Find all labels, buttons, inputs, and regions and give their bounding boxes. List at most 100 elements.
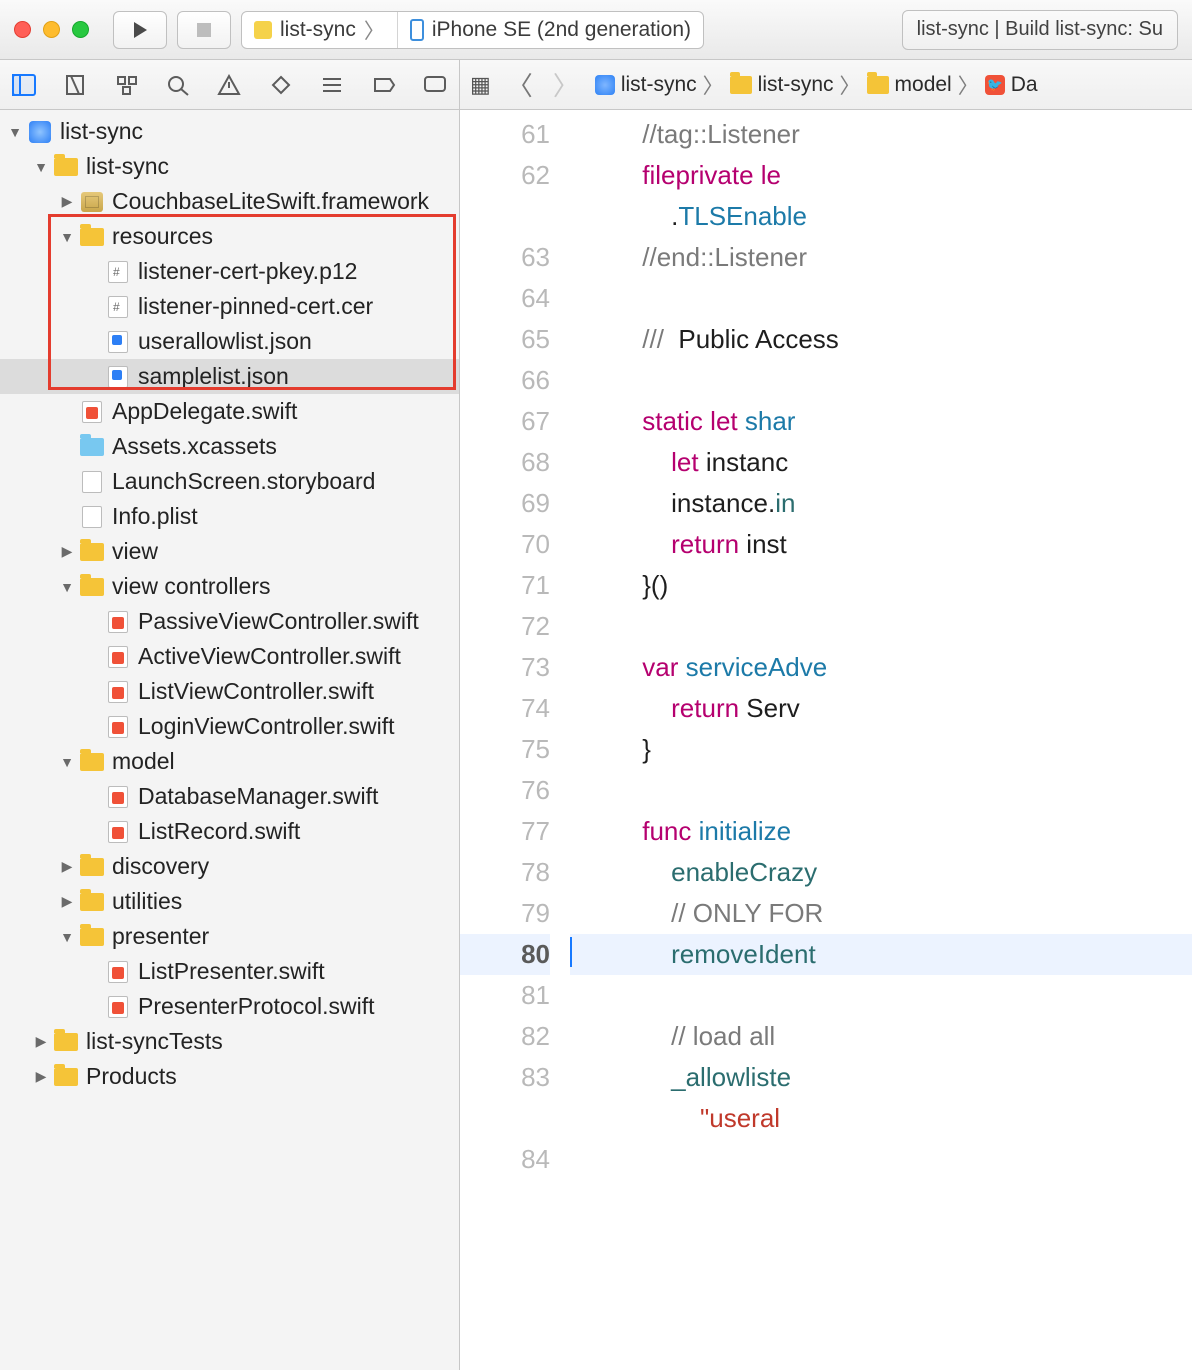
tree-item-products[interactable]: ▶Products [0,1059,459,1094]
code-line[interactable]: .TLSEnable [570,196,1192,237]
code-line[interactable]: func initialize [570,811,1192,852]
code-line[interactable] [570,770,1192,811]
tree-item-listener-pinned-cert-cer[interactable]: listener-pinned-cert.cer [0,289,459,324]
navigator-find-icon[interactable] [164,70,191,100]
code-line[interactable]: /// Public Access [570,319,1192,360]
code-line[interactable]: static let shar [570,401,1192,442]
code-line[interactable]: return inst [570,524,1192,565]
navigator-symbol-icon[interactable] [113,70,140,100]
disclosure-triangle[interactable]: ▼ [58,579,76,595]
code-line[interactable]: // ONLY FOR [570,893,1192,934]
navigator-source-control-icon[interactable] [61,70,88,100]
disclosure-triangle[interactable]: ▶ [58,193,76,210]
tree-item-resources[interactable]: ▼resources [0,219,459,254]
tree-item-list-sync[interactable]: ▼list-sync [0,149,459,184]
source-editor[interactable]: 6162636465666768697071727374757677787980… [460,110,1192,1370]
code-line[interactable] [570,278,1192,319]
tree-item-list-sync[interactable]: ▼ list-sync [0,114,459,149]
tree-item-label: ListPresenter.swift [138,958,325,985]
tree-item-presenter[interactable]: ▼presenter [0,919,459,954]
code-line[interactable]: // load all [570,1016,1192,1057]
related-items-icon[interactable]: ▦ [470,72,491,98]
tree-item-appdelegate-swift[interactable]: AppDelegate.swift [0,394,459,429]
minimize-window-button[interactable] [43,21,60,38]
tree-item-label: ListViewController.swift [138,678,374,705]
gutter-line: 83 [460,1057,550,1098]
tree-item-couchbaseliteswift-framework[interactable]: ▶CouchbaseLiteSwift.framework [0,184,459,219]
swift-icon [106,961,130,983]
tree-item-assets-xcassets[interactable]: Assets.xcassets [0,429,459,464]
tree-item-loginviewcontroller-swift[interactable]: LoginViewController.swift [0,709,459,744]
tree-item-databasemanager-swift[interactable]: DatabaseManager.swift [0,779,459,814]
disclosure-triangle[interactable]: ▶ [32,1033,50,1050]
disclosure-triangle[interactable]: ▶ [32,1068,50,1085]
disclosure-triangle[interactable]: ▼ [58,754,76,770]
breadcrumb-da[interactable]: 🐦Da [985,73,1038,97]
code-line[interactable]: //end::Listener [570,237,1192,278]
folder-icon [80,541,104,563]
run-button[interactable] [113,11,167,49]
disclosure-triangle[interactable]: ▼ [58,229,76,245]
code-line[interactable]: }() [570,565,1192,606]
tree-item-utilities[interactable]: ▶utilities [0,884,459,919]
stop-button[interactable] [177,11,231,49]
scheme-selector[interactable]: list-sync 〉 iPhone SE (2nd generation) [241,11,704,49]
breadcrumb-list-sync[interactable]: list-sync [595,73,697,97]
code-line[interactable]: fileprivate le [570,155,1192,196]
tree-item-samplelist-json[interactable]: samplelist.json [0,359,459,394]
disclosure-triangle[interactable]: ▶ [58,893,76,910]
back-button[interactable]: 〈 [503,66,537,103]
tree-item-view-controllers[interactable]: ▼view controllers [0,569,459,604]
code-line[interactable]: instance.in [570,483,1192,524]
code-line[interactable] [570,975,1192,1016]
tree-item-passiveviewcontroller-swift[interactable]: PassiveViewController.swift [0,604,459,639]
tree-item-listpresenter-swift[interactable]: ListPresenter.swift [0,954,459,989]
tree-item-label: view [112,538,158,565]
tree-item-model[interactable]: ▼model [0,744,459,779]
breadcrumb-list-sync[interactable]: list-sync [730,73,834,97]
scheme-target[interactable]: list-sync 〉 [242,12,398,48]
tree-item-activeviewcontroller-swift[interactable]: ActiveViewController.swift [0,639,459,674]
project-navigator[interactable]: ▼list-sync▼list-sync▶CouchbaseLiteSwift.… [0,110,460,1370]
code-line[interactable] [570,360,1192,401]
tree-item-listener-cert-pkey-p12[interactable]: listener-cert-pkey.p12 [0,254,459,289]
disclosure-triangle[interactable]: ▶ [58,858,76,875]
tree-item-list-synctests[interactable]: ▶list-syncTests [0,1024,459,1059]
code-line[interactable]: removeIdent [570,934,1192,975]
navigator-issue-icon[interactable] [216,70,243,100]
gutter-line: 77 [460,811,550,852]
navigator-breakpoint-icon[interactable] [370,70,397,100]
navigator-project-icon[interactable] [10,70,37,100]
disclosure-triangle[interactable]: ▶ [58,543,76,560]
code-line[interactable]: } [570,729,1192,770]
breadcrumb-model[interactable]: model [867,73,952,97]
code-line[interactable]: let instanc [570,442,1192,483]
code-line[interactable]: enableCrazy [570,852,1192,893]
tree-item-presenterprotocol-swift[interactable]: PresenterProtocol.swift [0,989,459,1024]
code-line[interactable]: return Serv [570,688,1192,729]
zoom-window-button[interactable] [72,21,89,38]
code-line[interactable]: //tag::Listener [570,114,1192,155]
disclosure-triangle[interactable]: ▼ [58,929,76,945]
close-window-button[interactable] [14,21,31,38]
code-line[interactable]: var serviceAdve [570,647,1192,688]
tree-item-view[interactable]: ▶ view [0,534,459,569]
code-area[interactable]: //tag::Listener fileprivate le .TLSEnabl… [570,110,1192,1370]
tree-item-listrecord-swift[interactable]: ListRecord.swift [0,814,459,849]
disclosure-triangle[interactable]: ▼ [6,124,24,140]
navigator-test-icon[interactable] [267,70,294,100]
code-line[interactable]: "useral [570,1098,1192,1139]
navigator-debug-icon[interactable] [319,70,346,100]
tree-item-info-plist[interactable]: Info.plist [0,499,459,534]
code-line[interactable] [570,606,1192,647]
tree-item-discovery[interactable]: ▶discovery [0,849,459,884]
code-line[interactable] [570,1139,1192,1180]
scheme-destination[interactable]: iPhone SE (2nd generation) [398,12,703,48]
tree-item-listviewcontroller-swift[interactable]: ListViewController.swift [0,674,459,709]
disclosure-triangle[interactable]: ▼ [32,159,50,175]
tree-item-label: list-sync [60,118,143,145]
navigator-report-icon[interactable] [422,70,449,100]
tree-item-launchscreen-storyboard[interactable]: LaunchScreen.storyboard [0,464,459,499]
tree-item-userallowlist-json[interactable]: userallowlist.json [0,324,459,359]
code-line[interactable]: _allowliste [570,1057,1192,1098]
